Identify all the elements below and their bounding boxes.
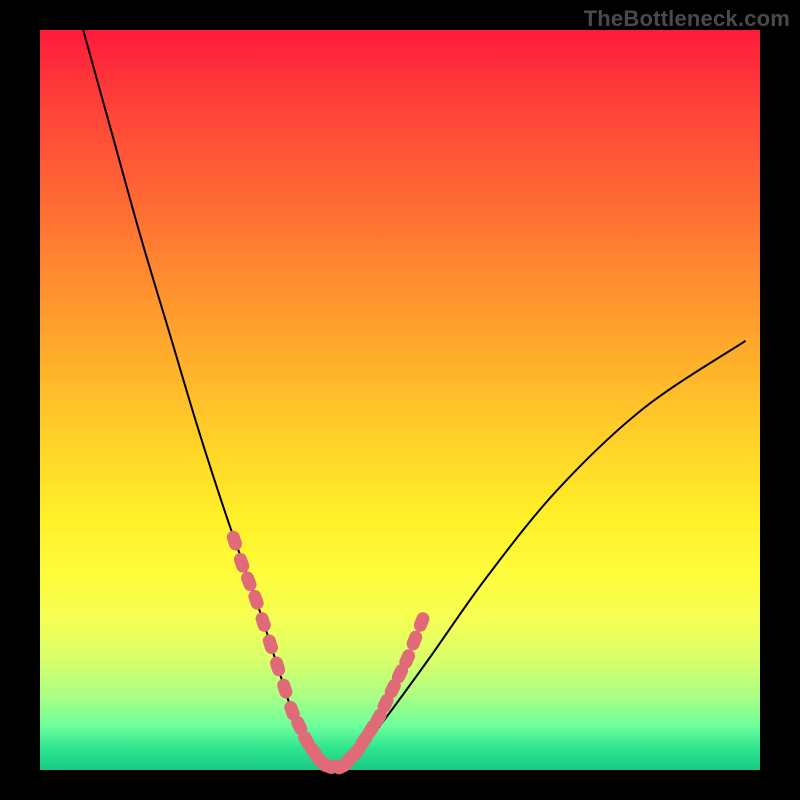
highlight-marker xyxy=(268,655,287,678)
highlight-marker xyxy=(247,588,266,611)
watermark-text: TheBottleneck.com xyxy=(584,6,790,32)
plot-area xyxy=(40,30,760,770)
highlight-marker xyxy=(254,610,273,633)
highlight-marker xyxy=(405,629,424,652)
highlight-marker xyxy=(261,633,280,656)
chart-stage: TheBottleneck.com xyxy=(0,0,800,800)
highlight-marker xyxy=(239,570,258,593)
highlight-marker xyxy=(232,551,251,574)
highlight-marker xyxy=(225,529,244,552)
highlight-marker xyxy=(412,610,431,633)
curve-svg xyxy=(40,30,760,770)
highlight-points xyxy=(225,529,431,777)
highlight-marker xyxy=(276,677,295,700)
